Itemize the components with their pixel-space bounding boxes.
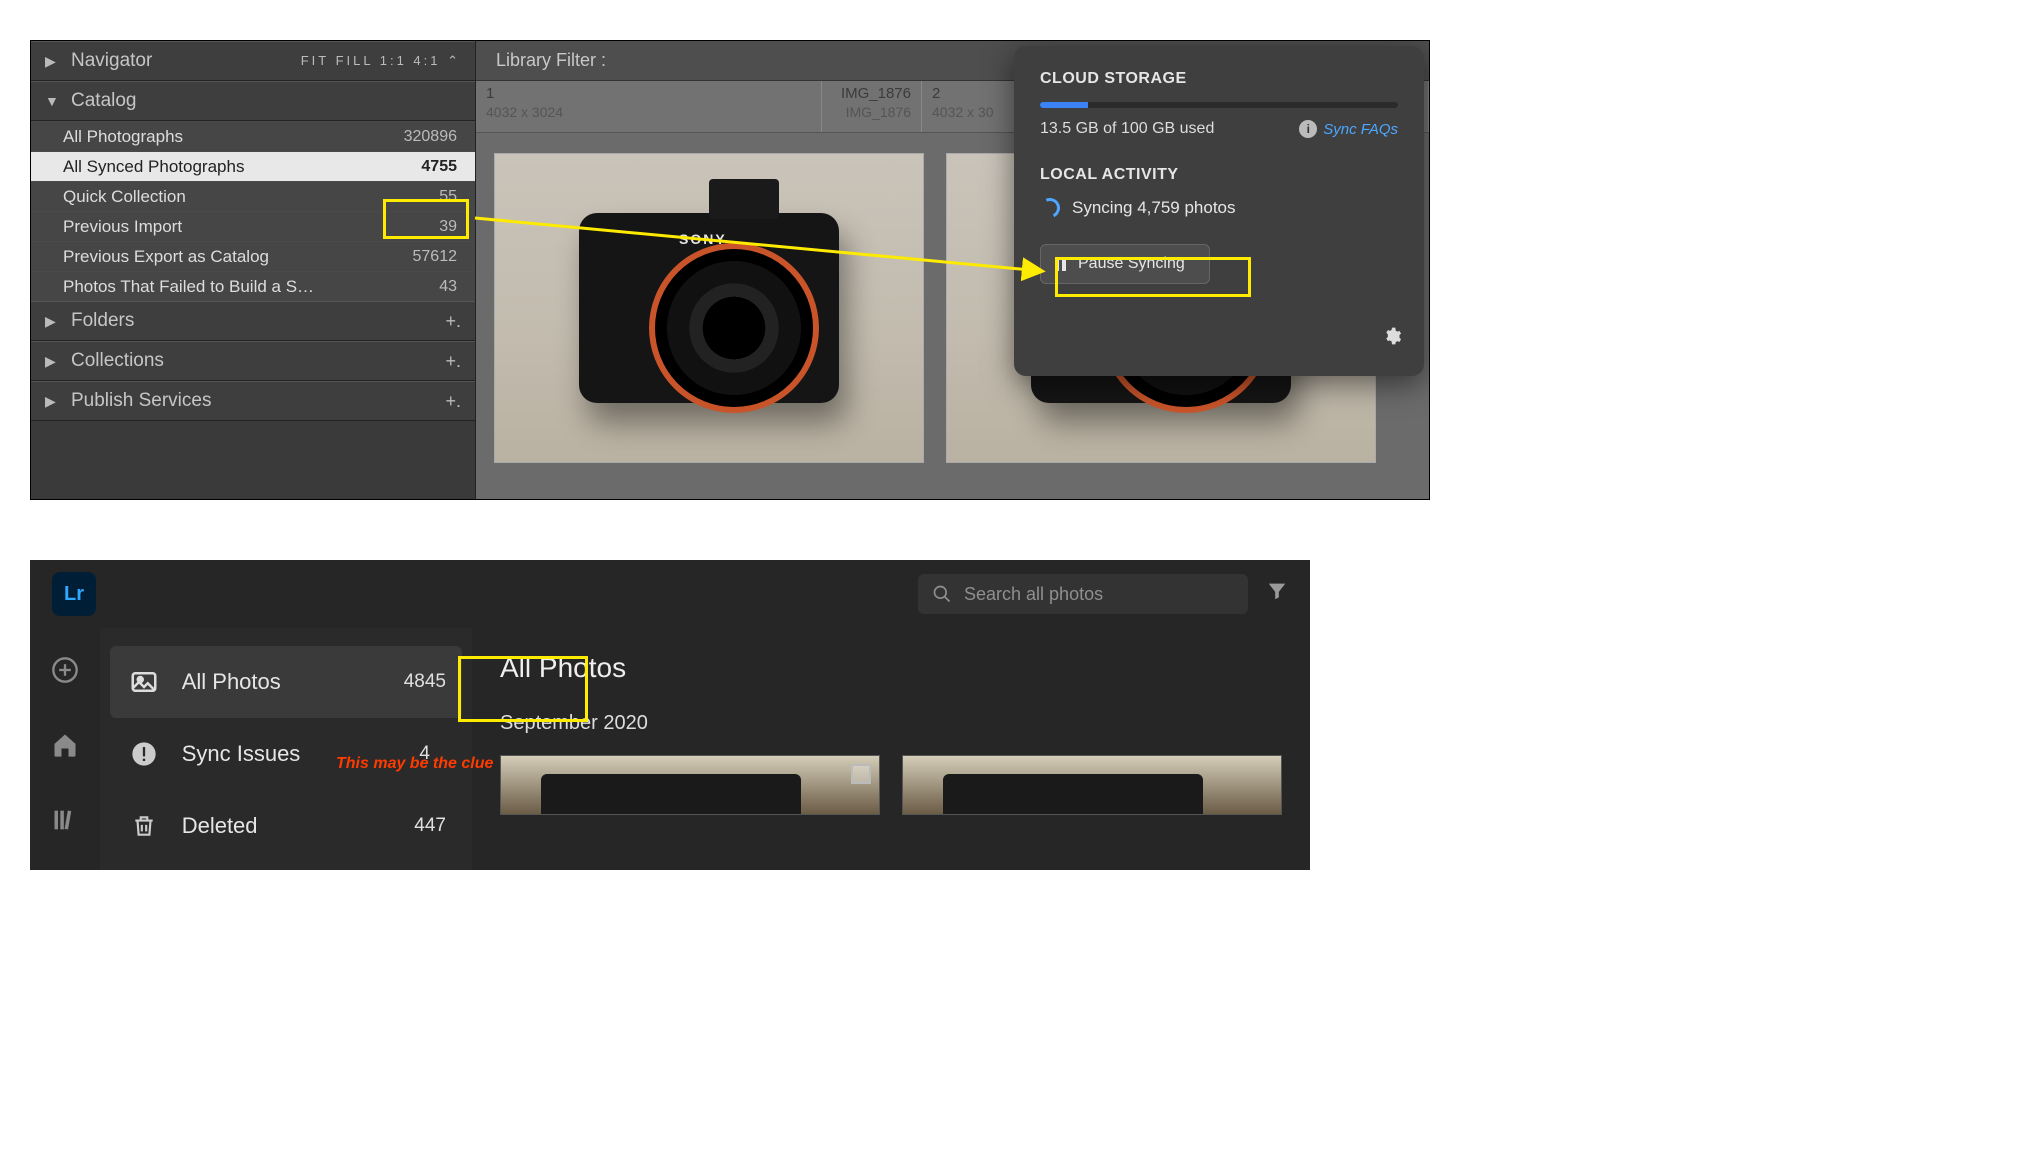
publish-panel-header[interactable]: ▶ Publish Services +. (31, 381, 475, 421)
syncing-text: Syncing 4,759 photos (1072, 198, 1236, 218)
expand-right-icon: ▶ (45, 393, 59, 410)
pause-syncing-button[interactable]: Pause Syncing (1040, 244, 1210, 284)
left-rail (30, 628, 100, 870)
side-row-label: Deleted (182, 813, 395, 839)
cc-main-area: All Photos September 2020 (472, 628, 1310, 870)
photo-thumbnail[interactable]: SONY (494, 153, 924, 463)
search-placeholder: Search all photos (964, 584, 1103, 605)
catalog-title: Catalog (71, 90, 461, 112)
lightroom-logo[interactable]: Lr (52, 572, 96, 616)
side-row-label: All Photos (182, 669, 384, 695)
cell-dimensions: 4032 x 3024 (486, 104, 811, 120)
cell-index: 1 (486, 85, 811, 102)
alert-icon (126, 736, 162, 772)
catalog-row-count: 55 (429, 188, 457, 206)
search-input[interactable]: Search all photos (918, 574, 1248, 614)
main-heading: All Photos (500, 652, 1282, 684)
sync-faqs-link[interactable]: i Sync FAQs (1299, 120, 1398, 138)
side-row-all-photos[interactable]: All Photos 4845 (110, 646, 462, 718)
add-publish-button[interactable]: +. (445, 391, 461, 412)
expand-right-icon: ▶ (45, 313, 59, 330)
photo-thumbnail[interactable] (902, 755, 1282, 815)
photo-thumbnail[interactable] (500, 755, 880, 815)
catalog-row-count: 320896 (394, 128, 457, 146)
catalog-row-label: All Synced Photographs (63, 157, 411, 177)
catalog-list: All Photographs 320896 All Synced Photog… (31, 121, 475, 301)
side-row-sync-issues[interactable]: Sync Issues 4 (100, 718, 472, 790)
collections-title: Collections (71, 350, 445, 372)
catalog-panel-header[interactable]: ▼ Catalog (31, 81, 475, 121)
catalog-row-previous-import[interactable]: Previous Import 39 (31, 211, 475, 241)
date-subheading: September 2020 (500, 712, 1282, 735)
search-icon (932, 584, 952, 604)
catalog-row-all-photographs[interactable]: All Photographs 320896 (31, 121, 475, 151)
expand-down-icon: ▼ (45, 93, 59, 109)
filter-icon[interactable] (1266, 580, 1288, 608)
side-list: All Photos 4845 Sync Issues 4 Deleted 44… (100, 628, 472, 870)
cloud-storage-popup: CLOUD STORAGE 13.5 GB of 100 GB used i S… (1014, 46, 1424, 376)
local-activity-heading: LOCAL ACTIVITY (1040, 166, 1398, 184)
catalog-row-label: Photos That Failed to Build a S… (63, 277, 429, 297)
select-checkbox[interactable] (851, 764, 871, 784)
cell-filename: IMG_1876 (832, 85, 911, 102)
photos-icon (126, 664, 162, 700)
annotation-clue-text: This may be the clue (336, 755, 493, 773)
home-icon[interactable] (51, 731, 79, 766)
gear-icon[interactable] (1382, 326, 1402, 346)
cloud-storage-heading: CLOUD STORAGE (1040, 70, 1398, 88)
catalog-row-count: 39 (429, 218, 457, 236)
side-row-deleted[interactable]: Deleted 447 (100, 790, 472, 862)
library-icon[interactable] (51, 806, 79, 841)
pause-icon (1055, 257, 1066, 271)
catalog-row-label: All Photographs (63, 127, 394, 147)
syncing-status-line: Syncing 4,759 photos (1040, 198, 1398, 218)
camera-illustration: SONY (579, 213, 839, 403)
catalog-row-count: 43 (429, 278, 457, 296)
info-icon: i (1299, 120, 1317, 138)
catalog-row-previous-export[interactable]: Previous Export as Catalog 57612 (31, 241, 475, 271)
photo-grid (500, 755, 1282, 815)
navigator-panel-header[interactable]: ▶ Navigator FIT FILL 1:1 4:1 ⌃ (31, 41, 475, 81)
expand-right-icon: ▶ (45, 353, 59, 370)
storage-progress-track (1040, 102, 1398, 108)
left-panel: ▶ Navigator FIT FILL 1:1 4:1 ⌃ ▼ Catalog… (31, 41, 476, 499)
catalog-row-count: 57612 (403, 248, 458, 266)
trash-icon (126, 808, 162, 844)
storage-progress-fill (1040, 102, 1088, 108)
spinner-icon (1037, 195, 1063, 221)
side-row-count: 4845 (404, 671, 446, 693)
cell-filename-b: IMG_1876 (832, 104, 911, 120)
sync-faqs-label: Sync FAQs (1323, 121, 1398, 138)
pause-label: Pause Syncing (1078, 255, 1185, 273)
catalog-row-count: 4755 (411, 158, 457, 176)
catalog-row-label: Quick Collection (63, 187, 429, 207)
storage-used-text: 13.5 GB of 100 GB used (1040, 120, 1214, 138)
lightroom-classic-window: ▶ Navigator FIT FILL 1:1 4:1 ⌃ ▼ Catalog… (30, 40, 1430, 500)
publish-title: Publish Services (71, 390, 445, 412)
lightroom-cc-window: Lr Search all photos All (30, 560, 1310, 870)
catalog-row-failed-previews[interactable]: Photos That Failed to Build a S… 43 (31, 271, 475, 301)
collections-panel-header[interactable]: ▶ Collections +. (31, 341, 475, 381)
navigator-title: Navigator (71, 50, 301, 72)
catalog-row-quick-collection[interactable]: Quick Collection 55 (31, 181, 475, 211)
add-folder-button[interactable]: +. (445, 311, 461, 332)
add-icon[interactable] (51, 656, 79, 691)
navigator-zoom-controls[interactable]: FIT FILL 1:1 4:1 ⌃ (301, 53, 461, 69)
folders-panel-header[interactable]: ▶ Folders +. (31, 301, 475, 341)
folders-title: Folders (71, 310, 445, 332)
add-collection-button[interactable]: +. (445, 351, 461, 372)
expand-right-icon: ▶ (45, 53, 59, 70)
catalog-row-all-synced[interactable]: All Synced Photographs 4755 (31, 151, 475, 181)
catalog-row-label: Previous Import (63, 217, 429, 237)
catalog-row-label: Previous Export as Catalog (63, 247, 403, 267)
topbar: Lr Search all photos (30, 560, 1310, 628)
side-row-count: 447 (414, 815, 446, 837)
